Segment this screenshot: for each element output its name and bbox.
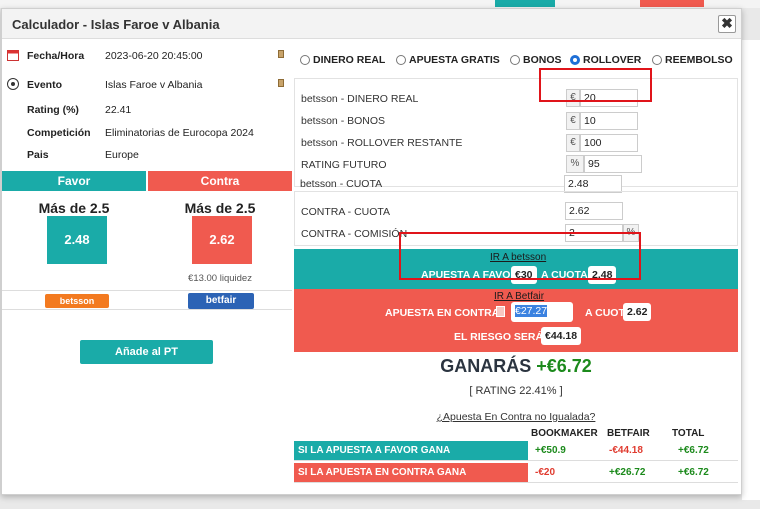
- info-value: 22.41: [105, 104, 132, 116]
- field-label: betsson - BONOS: [301, 115, 386, 127]
- info-value: Eliminatorias de Eurocopa 2024: [105, 127, 254, 139]
- copy-icon[interactable]: [496, 306, 505, 317]
- unmatched-bet-link[interactable]: ¿Apuesta En Contra no Igualada?: [294, 411, 738, 423]
- betfair-value: +€26.72: [609, 467, 646, 478]
- apuesta-contra-label: APUESTA EN CONTRA: [385, 307, 500, 319]
- modal-title: Calculador - Islas Faroe v Albania: [12, 17, 220, 32]
- info-label: Evento: [27, 79, 63, 91]
- info-label: Rating (%): [27, 104, 79, 116]
- info-row-evento: Evento Islas Faroe v Albania: [2, 77, 292, 97]
- field-label: CONTRA - CUOTA: [301, 206, 391, 218]
- bookmaker-value: +€50.9: [535, 445, 566, 456]
- total-value: +€6.72: [678, 445, 709, 456]
- mode-bonos[interactable]: BONOS: [510, 54, 562, 66]
- radio-icon[interactable]: [510, 55, 520, 65]
- contra-odds-button[interactable]: 2.62: [192, 216, 252, 264]
- mode-label: REEMBOLSO: [665, 54, 733, 66]
- info-row-fecha: Fecha/Hora 2023-06-20 20:45:00: [2, 48, 292, 68]
- liquidity-text: €13.00 liquidez: [188, 273, 252, 284]
- background-favor-cell: [495, 0, 555, 7]
- copy-icon[interactable]: [278, 79, 284, 87]
- radio-icon[interactable]: [300, 55, 310, 65]
- close-icon[interactable]: ✖: [718, 15, 736, 33]
- betfair-logo[interactable]: betfair: [188, 293, 254, 309]
- info-label: Competición: [27, 127, 91, 139]
- background-contra-cell: [640, 0, 704, 7]
- field-label: betsson - ROLLOVER RESTANTE: [301, 137, 463, 149]
- info-value: Europe: [105, 149, 139, 161]
- percent-prefix: %: [566, 155, 584, 173]
- riesgo-label: EL RIESGO SERÁ: [454, 331, 544, 343]
- table-row: SI LA APUESTA EN CONTRA GANA -€20 +€26.7…: [294, 463, 738, 483]
- field-label: RATING FUTURO: [301, 159, 387, 171]
- col-bookmaker: BOOKMAKER: [531, 428, 598, 439]
- stake-fields: betsson - DINERO REAL € 20 betsson - BON…: [294, 78, 738, 187]
- go-betfair-link[interactable]: IR A Betfair: [494, 291, 544, 302]
- event-panel: Fecha/Hora 2023-06-20 20:45:00 Evento Is…: [2, 40, 292, 496]
- contra-market: Más de 2.5: [184, 200, 256, 216]
- mode-label: APUESTA GRATIS: [409, 54, 500, 66]
- field-label: CONTRA - COMISIÓN: [301, 228, 408, 240]
- bookmaker-value: -€20: [535, 467, 556, 478]
- field-label: betsson - CUOTA: [300, 178, 383, 190]
- mode-reembolso[interactable]: REEMBOLSO: [652, 54, 733, 66]
- mode-selector: DINERO REAL APUESTA GRATIS BONOS ROLLOVE…: [294, 54, 741, 72]
- info-value: 2023-06-20 20:45:00: [105, 50, 203, 62]
- currency-prefix: €: [566, 112, 580, 130]
- contra-cuota-input[interactable]: 2.62: [565, 202, 623, 220]
- info-value: Islas Faroe v Albania: [105, 79, 203, 91]
- radio-icon[interactable]: [652, 55, 662, 65]
- info-row-pais: Pais Europe: [2, 147, 292, 167]
- ganaras-label: GANARÁS: [440, 356, 532, 376]
- contra-result-band: IR A Betfair APUESTA EN CONTRA €27.27 A …: [294, 289, 738, 352]
- contra-stake-input[interactable]: €27.27: [511, 302, 573, 322]
- mode-dinero-real[interactable]: DINERO REAL: [300, 54, 385, 66]
- logo-row: betsson betfair: [2, 290, 292, 310]
- favor-market: Más de 2.5: [38, 200, 110, 216]
- col-total: TOTAL: [672, 428, 705, 439]
- copy-icon[interactable]: [278, 50, 284, 58]
- ganaras-result: GANARÁS +€6.72: [294, 356, 738, 377]
- mode-rollover[interactable]: ROLLOVER: [570, 54, 641, 66]
- contra-cuota-value: 2.62: [623, 303, 652, 321]
- info-label: Pais: [27, 149, 49, 161]
- rating-result: [ RATING 22.41% ]: [469, 385, 563, 397]
- ganaras-value: +€6.72: [536, 356, 592, 376]
- soccer-ball-icon: [7, 78, 19, 90]
- favor-odds-button[interactable]: 2.48: [47, 216, 107, 264]
- mode-label: DINERO REAL: [313, 54, 386, 66]
- bonos-input[interactable]: 10: [580, 112, 638, 130]
- add-pt-button[interactable]: Añade al PT: [80, 340, 213, 364]
- highlight-box-favor-band: [399, 232, 641, 280]
- background-column: [742, 40, 760, 500]
- info-label: Fecha/Hora: [27, 50, 85, 62]
- radio-selected-icon[interactable]: [570, 55, 580, 65]
- highlight-box-dinero-real: [539, 68, 652, 102]
- riesgo-value: €44.18: [541, 327, 582, 345]
- favor-header: Favor: [2, 171, 146, 191]
- betsson-logo[interactable]: betsson: [45, 294, 109, 308]
- rollover-input[interactable]: 100: [580, 134, 638, 152]
- modal-header: Calculador - Islas Faroe v Albania ✖: [2, 9, 741, 39]
- calendar-icon: [7, 50, 19, 61]
- mode-label: ROLLOVER: [583, 54, 642, 66]
- contra-stake-text: €27.27: [515, 305, 548, 317]
- info-row-rating: Rating (%) 22.41: [2, 102, 292, 122]
- contra-header: Contra: [148, 171, 292, 191]
- currency-prefix: €: [566, 134, 580, 152]
- mode-apuesta-gratis[interactable]: APUESTA GRATIS: [396, 54, 500, 66]
- table-row: SI LA APUESTA A FAVOR GANA +€50.9 -€44.1…: [294, 441, 738, 461]
- info-row-competicion: Competición Eliminatorias de Eurocopa 20…: [2, 125, 292, 145]
- row-label: SI LA APUESTA EN CONTRA GANA: [294, 463, 528, 482]
- col-betfair: BETFAIR: [607, 428, 650, 439]
- betfair-value: -€44.18: [609, 445, 643, 456]
- total-value: +€6.72: [678, 467, 709, 478]
- field-label: betsson - DINERO REAL: [301, 93, 419, 105]
- mode-label: BONOS: [523, 54, 562, 66]
- rating-futuro-input[interactable]: 95: [584, 155, 642, 173]
- radio-icon[interactable]: [396, 55, 406, 65]
- row-label: SI LA APUESTA A FAVOR GANA: [294, 441, 528, 460]
